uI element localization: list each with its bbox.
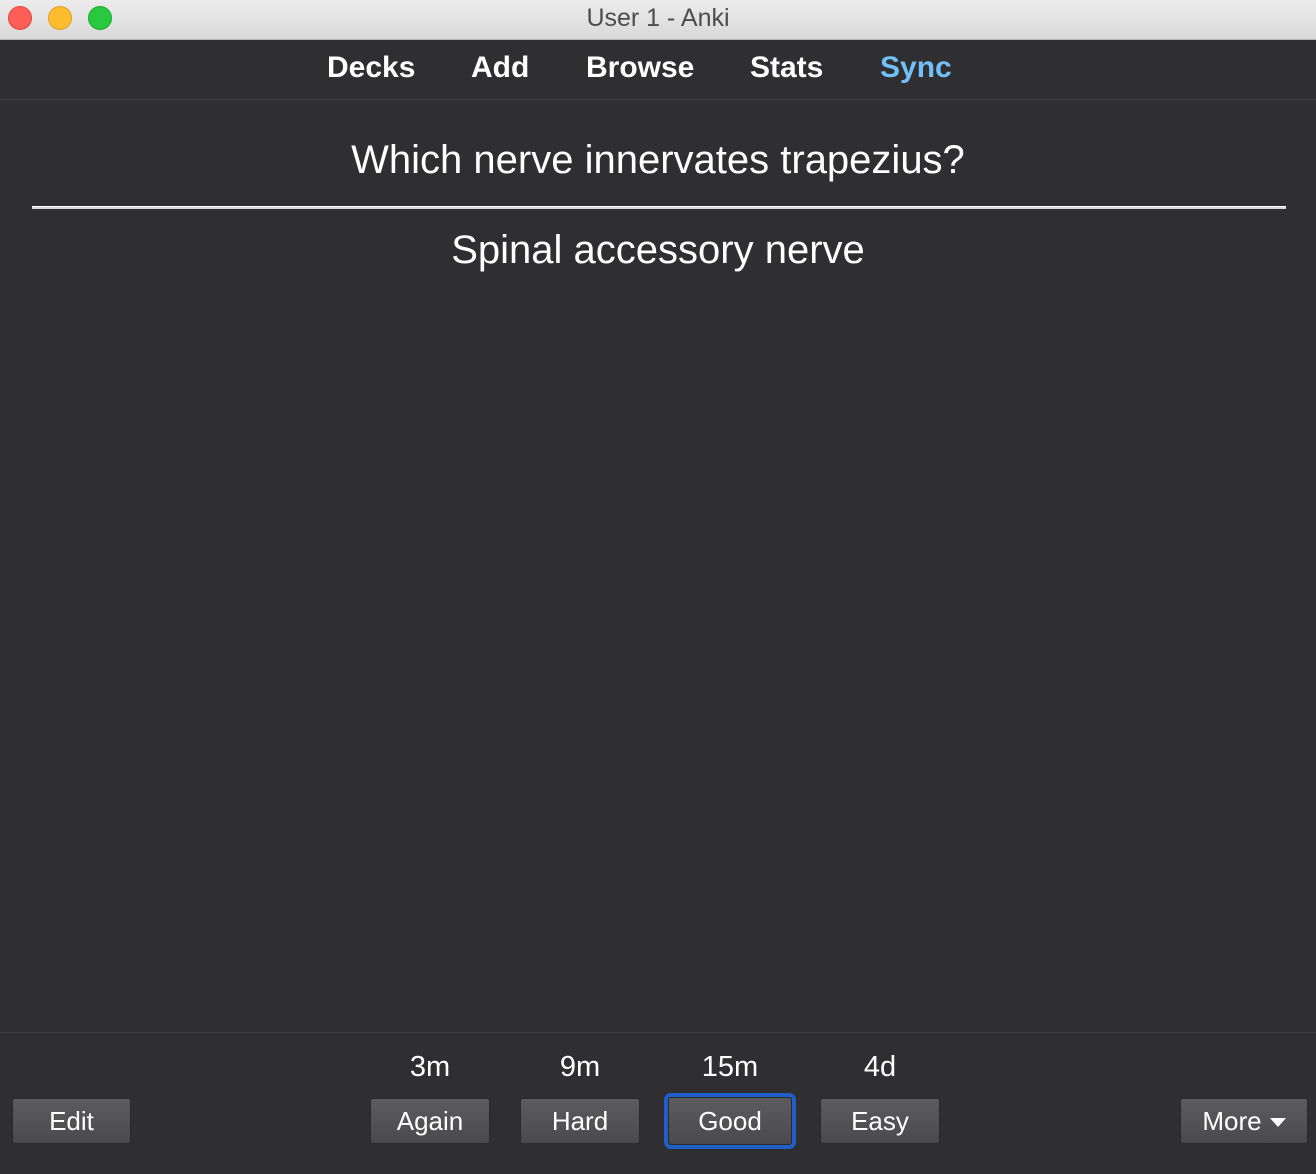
title-bar: User 1 - Anki bbox=[0, 0, 1316, 40]
nav-browse-link[interactable]: Browse bbox=[586, 51, 694, 85]
edit-button[interactable]: Edit bbox=[12, 1098, 131, 1144]
anki-window: User 1 - Anki Decks Add Browse Stats Syn… bbox=[0, 0, 1316, 1174]
hard-interval: 9m bbox=[559, 1051, 601, 1083]
good-button[interactable]: Good bbox=[668, 1097, 792, 1145]
more-button-label: More bbox=[1202, 1106, 1262, 1136]
nav-add-link[interactable]: Add bbox=[471, 51, 529, 85]
window-title: User 1 - Anki bbox=[586, 4, 730, 32]
nav-stats-link[interactable]: Stats bbox=[750, 51, 823, 85]
hard-button[interactable]: Hard bbox=[520, 1098, 640, 1144]
again-button[interactable]: Again bbox=[370, 1098, 490, 1144]
card-answer: Spinal accessory nerve bbox=[451, 228, 865, 272]
again-interval: 3m bbox=[409, 1051, 451, 1083]
chevron-down-icon bbox=[1269, 1117, 1286, 1127]
answer-divider bbox=[32, 206, 1286, 209]
card-question: Which nerve innervates trapezius? bbox=[351, 138, 965, 182]
review-bottom-bar bbox=[0, 1032, 1316, 1174]
more-button[interactable]: More bbox=[1180, 1098, 1308, 1144]
nav-sync-link[interactable]: Sync bbox=[880, 51, 952, 85]
good-interval: 15m bbox=[701, 1051, 759, 1083]
nav-decks-link[interactable]: Decks bbox=[327, 51, 415, 85]
main-toolbar: Decks Add Browse Stats Sync bbox=[0, 40, 1316, 100]
easy-interval: 4d bbox=[863, 1051, 897, 1083]
easy-button[interactable]: Easy bbox=[820, 1098, 940, 1144]
